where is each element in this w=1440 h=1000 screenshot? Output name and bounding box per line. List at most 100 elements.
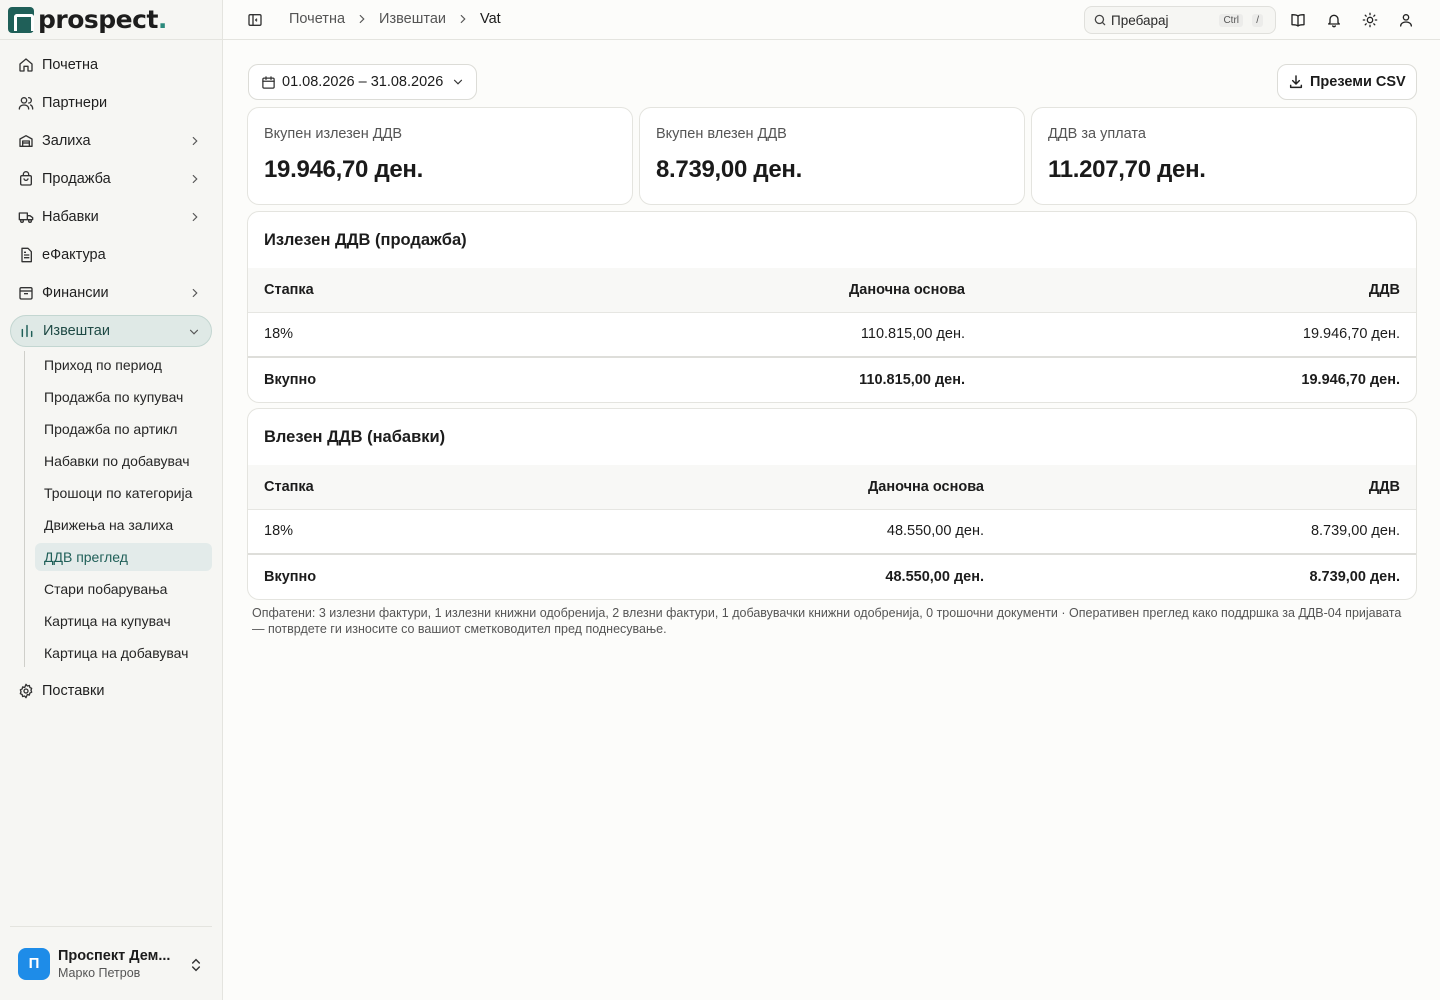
report-footnote: Опфатени: 3 излезни фактури, 1 излезни к… [252,606,1402,636]
kpi-value: 8.739,00 ден. [656,156,802,183]
sidebar-item-inventory[interactable]: Залиха [10,125,212,157]
sidebar-subitem-aged-receivables[interactable]: Стари побарувања [35,575,212,603]
reports-subnav: Приход по период Продажба по купувач Про… [24,351,212,667]
sidebar-item-finance[interactable]: Финансии [10,277,212,309]
kpi-output-vat: Вкупен излезен ДДВ 19.946,70 ден. [247,107,633,205]
shortcut-key: / [1252,14,1263,27]
cell-base: 110.815,00 ден. [860,326,965,343]
column-header-vat: ДДВ [1368,281,1400,298]
sidebar-item-partners[interactable]: Партнери [10,87,212,119]
search-input[interactable] [1111,12,1211,28]
chevron-right-icon [192,174,198,184]
column-header-base: Даночна основа [867,478,984,495]
wallet-icon [19,287,33,300]
output-vat-table: Стапка Даночна основа ДДВ 18% 110.815,00… [248,268,1416,402]
table-header-row: Стапка Даночна основа ДДВ [248,465,1416,509]
chevron-right-icon [192,136,198,146]
cell-vat: 8.739,00 ден. [1310,523,1400,540]
sidebar-subitem-stock-movements[interactable]: Движења на залиха [35,511,212,539]
sidebar-item-settings[interactable]: Поставки [10,675,212,707]
book-open-icon[interactable] [1290,12,1306,28]
sidebar-subitem-supplier-card[interactable]: Картица на добавувач [35,639,212,667]
chevron-right-icon [359,14,365,24]
kpi-label: Вкупен влезен ДДВ [656,126,787,142]
gear-icon [19,683,33,699]
table-header-row: Стапка Даночна основа ДДВ [248,268,1416,312]
shopping-bag-icon [20,171,32,186]
breadcrumb-current: Vat [479,11,501,27]
users-icon [18,97,34,110]
search-box[interactable]: Ctrl / [1084,6,1276,34]
column-header-rate: Стапка [264,281,314,298]
kpi-value: 11.207,70 ден. [1048,156,1206,183]
kpi-label: Вкупен излезен ДДВ [264,126,403,142]
column-header-rate: Стапка [264,478,314,495]
date-range-picker[interactable]: 01.08.2026 – 31.08.2026 [248,64,477,100]
logo-mark-icon [8,6,34,33]
table-row: 18% 110.815,00 ден. 19.946,70 ден. [248,312,1416,357]
sidebar-item-label: Залиха [42,133,91,149]
download-icon [1289,75,1303,89]
kpi-vat-payable: ДДВ за уплата 11.207,70 ден. [1031,107,1417,205]
sidebar: prospect. Почетна Партнери Залиха Продаж… [0,0,223,1000]
sidebar-subitem-sales-by-article[interactable]: Продажба по артикл [35,415,212,443]
account-switcher[interactable]: П Проспект Дем... Марко Петров [10,926,212,1000]
table-total-row: Вкупно 110.815,00 ден. 19.946,70 ден. [248,357,1416,402]
chevrons-up-down-icon [191,958,201,972]
download-csv-button[interactable]: Преземи CSV [1277,64,1417,100]
sidebar-item-purchases[interactable]: Набавки [10,201,212,233]
cell-vat: 19.946,70 ден. [1302,326,1400,343]
sidebar-subitem-purchases-by-supplier[interactable]: Набавки по добавувач [35,447,212,475]
brand-dot: . [157,5,168,34]
topbar: Почетна Извештаи Vat Ctrl / [223,0,1440,40]
shortcut-ctrl: Ctrl [1219,14,1243,27]
calendar-icon [262,75,275,89]
breadcrumb: Почетна Извештаи Vat [289,11,501,27]
cell-rate: 18% [264,326,294,343]
column-header-base: Даночна основа [848,281,965,298]
chevron-down-icon [189,329,199,335]
sidebar-subitem-customer-card[interactable]: Картица на купувач [35,607,212,635]
sidebar-item-label: еФактура [42,247,106,263]
cell-total-base: 110.815,00 ден. [859,372,965,388]
truck-icon [18,212,34,223]
document-icon [21,247,32,263]
sidebar-item-label: Продажба [42,171,111,187]
breadcrumb-home[interactable]: Почетна [289,11,345,27]
sidebar-item-einvoice[interactable]: еФактура [10,239,212,271]
user-icon[interactable] [1398,12,1414,28]
sidebar-toggle-icon[interactable] [247,12,263,28]
sidebar-item-sales[interactable]: Продажба [10,163,212,195]
sidebar-item-reports[interactable]: Извештаи [10,315,212,347]
cell-rate: 18% [264,523,294,540]
sidebar-item-label: Финансии [42,285,109,301]
sidebar-subitem-revenue-by-period[interactable]: Приход по период [35,351,212,379]
sidebar-item-home[interactable]: Почетна [10,49,212,81]
chevron-right-icon [460,14,466,24]
kpi-label: ДДВ за уплата [1048,126,1146,142]
cell-total-vat: 19.946,70 ден. [1301,372,1400,388]
breadcrumb-reports[interactable]: Извештаи [379,11,446,27]
search-icon [1094,14,1106,26]
sidebar-subitem-sales-by-customer[interactable]: Продажба по купувач [35,383,212,411]
date-range-value: 01.08.2026 – 31.08.2026 [282,74,444,90]
card-title: Влезен ДДВ (набавки) [264,427,446,446]
user-name: Марко Петров [58,965,141,980]
table-total-row: Вкупно 48.550,00 ден. 8.739,00 ден. [248,554,1416,599]
table-row: 18% 48.550,00 ден. 8.739,00 ден. [248,509,1416,554]
sidebar-subitem-expenses-by-category[interactable]: Трошоци по категорија [35,479,212,507]
cell-total-label: Вкупно [264,372,317,388]
brand-logo[interactable]: prospect. [0,0,222,40]
company-name: Проспект Дем... [58,947,171,964]
cell-total-base: 48.550,00 ден. [885,569,984,585]
output-vat-card: Излезен ДДВ (продажба) Стапка Даночна ос… [247,211,1417,403]
sidebar-subitem-vat-overview[interactable]: ДДВ преглед [35,543,212,571]
sidebar-item-label: Партнери [42,95,108,111]
bell-icon[interactable] [1326,12,1342,28]
card-title: Излезен ДДВ (продажба) [264,230,467,249]
sidebar-item-label: Набавки [42,209,99,225]
bar-chart-icon [21,324,33,338]
home-icon [19,58,33,72]
sun-icon[interactable] [1362,12,1378,28]
input-vat-table: Стапка Даночна основа ДДВ 18% 48.550,00 … [248,465,1416,599]
